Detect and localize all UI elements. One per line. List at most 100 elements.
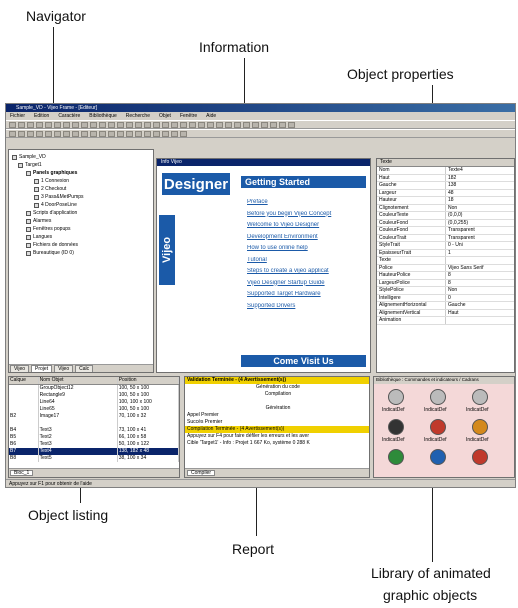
property-row[interactable]: StylePolice Non [377,287,514,295]
tool-button[interactable] [63,130,70,137]
property-row[interactable]: Animation [377,317,514,325]
table-row[interactable]: Rectangle9 100, 50 x 100 [9,392,179,399]
tool-button[interactable] [261,121,268,128]
property-value[interactable]: 8 [446,280,514,287]
tree-node-datafiles[interactable]: Fichiers de données [12,241,150,249]
menu-library[interactable]: Bibliothèque [89,113,117,119]
property-value[interactable]: 48 [446,190,514,197]
table-row[interactable]: B7 Text4 138, 182 x 48 [9,448,179,455]
property-row[interactable]: HauteurPolice 8 [377,272,514,280]
tool-button[interactable] [81,130,88,137]
tool-button[interactable] [81,121,88,128]
property-value[interactable]: 0 [446,295,514,302]
come-visit-us[interactable]: Come Visit Us [241,355,366,367]
property-row[interactable]: Gauche 138 [377,182,514,190]
info-link[interactable]: Before you begin Vijeo Concept [247,211,367,223]
tab-compile[interactable]: Compiler [187,470,216,476]
menu-object[interactable]: Objet [159,113,171,119]
tool-button[interactable] [234,121,241,128]
tool-button[interactable] [135,130,142,137]
tool-button[interactable] [9,130,16,137]
property-value[interactable]: Transparent [446,227,514,234]
menu-character[interactable]: Caractère [58,113,80,119]
menu-window[interactable]: Fenêtre [180,113,197,119]
menu-search[interactable]: Recherche [126,113,150,119]
tool-button[interactable] [90,121,97,128]
orange-lamp-icon[interactable] [472,419,488,435]
table-row[interactable]: B2 Image17 70, 100 x 32 [9,413,179,420]
table-row[interactable]: B4 Text3 73, 100 x 41 [9,427,179,434]
tool-button[interactable] [108,121,115,128]
table-row[interactable]: B5 Text2 66, 100 x 58 [9,434,179,441]
property-value[interactable]: 8 [446,272,514,279]
info-link[interactable]: Welcome to Vijeo Designer [247,222,367,234]
property-value[interactable]: Gauche [446,302,514,309]
tool-button[interactable] [180,130,187,137]
switch-icon[interactable] [388,389,404,405]
tool-button[interactable] [171,121,178,128]
property-value[interactable]: 18 [446,197,514,204]
menu-file[interactable]: Fichier [10,113,25,119]
tool-button[interactable] [108,130,115,137]
tool-button[interactable] [225,121,232,128]
tree-node-panel4[interactable]: 4 DoorPoseLine [12,201,150,209]
tool-button[interactable] [126,130,133,137]
menu-help[interactable]: Aide [206,113,216,119]
info-link[interactable]: Tutorial [247,257,367,269]
property-value[interactable]: Transparent [446,235,514,242]
blue-button-icon[interactable] [430,449,446,465]
table-row[interactable]: B6 Text3 50, 100 x 122 [9,441,179,448]
tree-node-panel3[interactable]: 3 Pass&MetPumps [12,193,150,201]
tool-button[interactable] [36,130,43,137]
tool-button[interactable] [207,121,214,128]
property-value[interactable]: 182 [446,175,514,182]
tree-node-scripts[interactable]: Scripts d'application [12,209,150,217]
tree-node-desktop[interactable]: Bureautique (ID 0) [12,249,150,257]
info-link[interactable]: How to use online help [247,245,367,257]
tool-button[interactable] [162,130,169,137]
tool-button[interactable] [153,121,160,128]
tab-vijeo-2[interactable]: Vijeo [54,364,74,372]
tab-project[interactable]: Projet [31,364,53,372]
table-row[interactable]: Line65 100, 50 x 100 [9,406,179,413]
tool-button[interactable] [288,121,295,128]
info-link[interactable]: Supported Drivers [247,303,367,315]
tree-node-alarms[interactable]: Alarmes [12,217,150,225]
property-row[interactable]: Clignotement Non [377,204,514,212]
col-object-name[interactable]: Nom Objet [39,377,118,384]
info-link[interactable]: Vijeo Designer Startup Guide [247,280,367,292]
property-row[interactable]: Nom Texte4 [377,167,514,175]
property-value[interactable]: Non [446,205,514,212]
property-row[interactable]: Haut 182 [377,174,514,182]
red-button-icon[interactable] [472,449,488,465]
tool-button[interactable] [90,130,97,137]
table-row[interactable] [9,420,179,427]
tool-button[interactable] [144,130,151,137]
property-value[interactable]: Non [446,287,514,294]
tool-button[interactable] [45,121,52,128]
property-value[interactable]: 138 [446,182,514,189]
property-value[interactable]: 1 [446,250,514,257]
property-row[interactable]: StyleTrait 0 - Uni [377,242,514,250]
tree-node-popups[interactable]: Fenêtres popups [12,225,150,233]
tool-button[interactable] [117,130,124,137]
col-position[interactable]: Position [118,377,179,384]
tab-bloc[interactable]: Bloc_1 [10,470,34,476]
property-value[interactable]: (0,0,255) [446,220,514,227]
property-value[interactable]: Haut [446,310,514,317]
tool-button[interactable] [63,121,70,128]
tool-button[interactable] [153,130,160,137]
property-row[interactable]: CouleurTexte (0,0,0) [377,212,514,220]
display-icon[interactable] [472,389,488,405]
info-link[interactable]: Steps to create a vijeo applicat [247,268,367,280]
property-value[interactable]: 0 - Uni [446,242,514,249]
property-row[interactable]: EpaisseurTrait 1 [377,249,514,257]
tool-button[interactable] [126,121,133,128]
tool-button[interactable] [27,121,34,128]
property-value[interactable]: Texte4 [446,167,514,174]
tool-button[interactable] [27,130,34,137]
col-layer[interactable]: Calque [9,377,39,384]
property-row[interactable]: Police Vijeo Sans Serif [377,264,514,272]
table-row[interactable]: Line64 100, 100 x 100 [9,399,179,406]
property-row[interactable]: AlignementVertical Haut [377,309,514,317]
